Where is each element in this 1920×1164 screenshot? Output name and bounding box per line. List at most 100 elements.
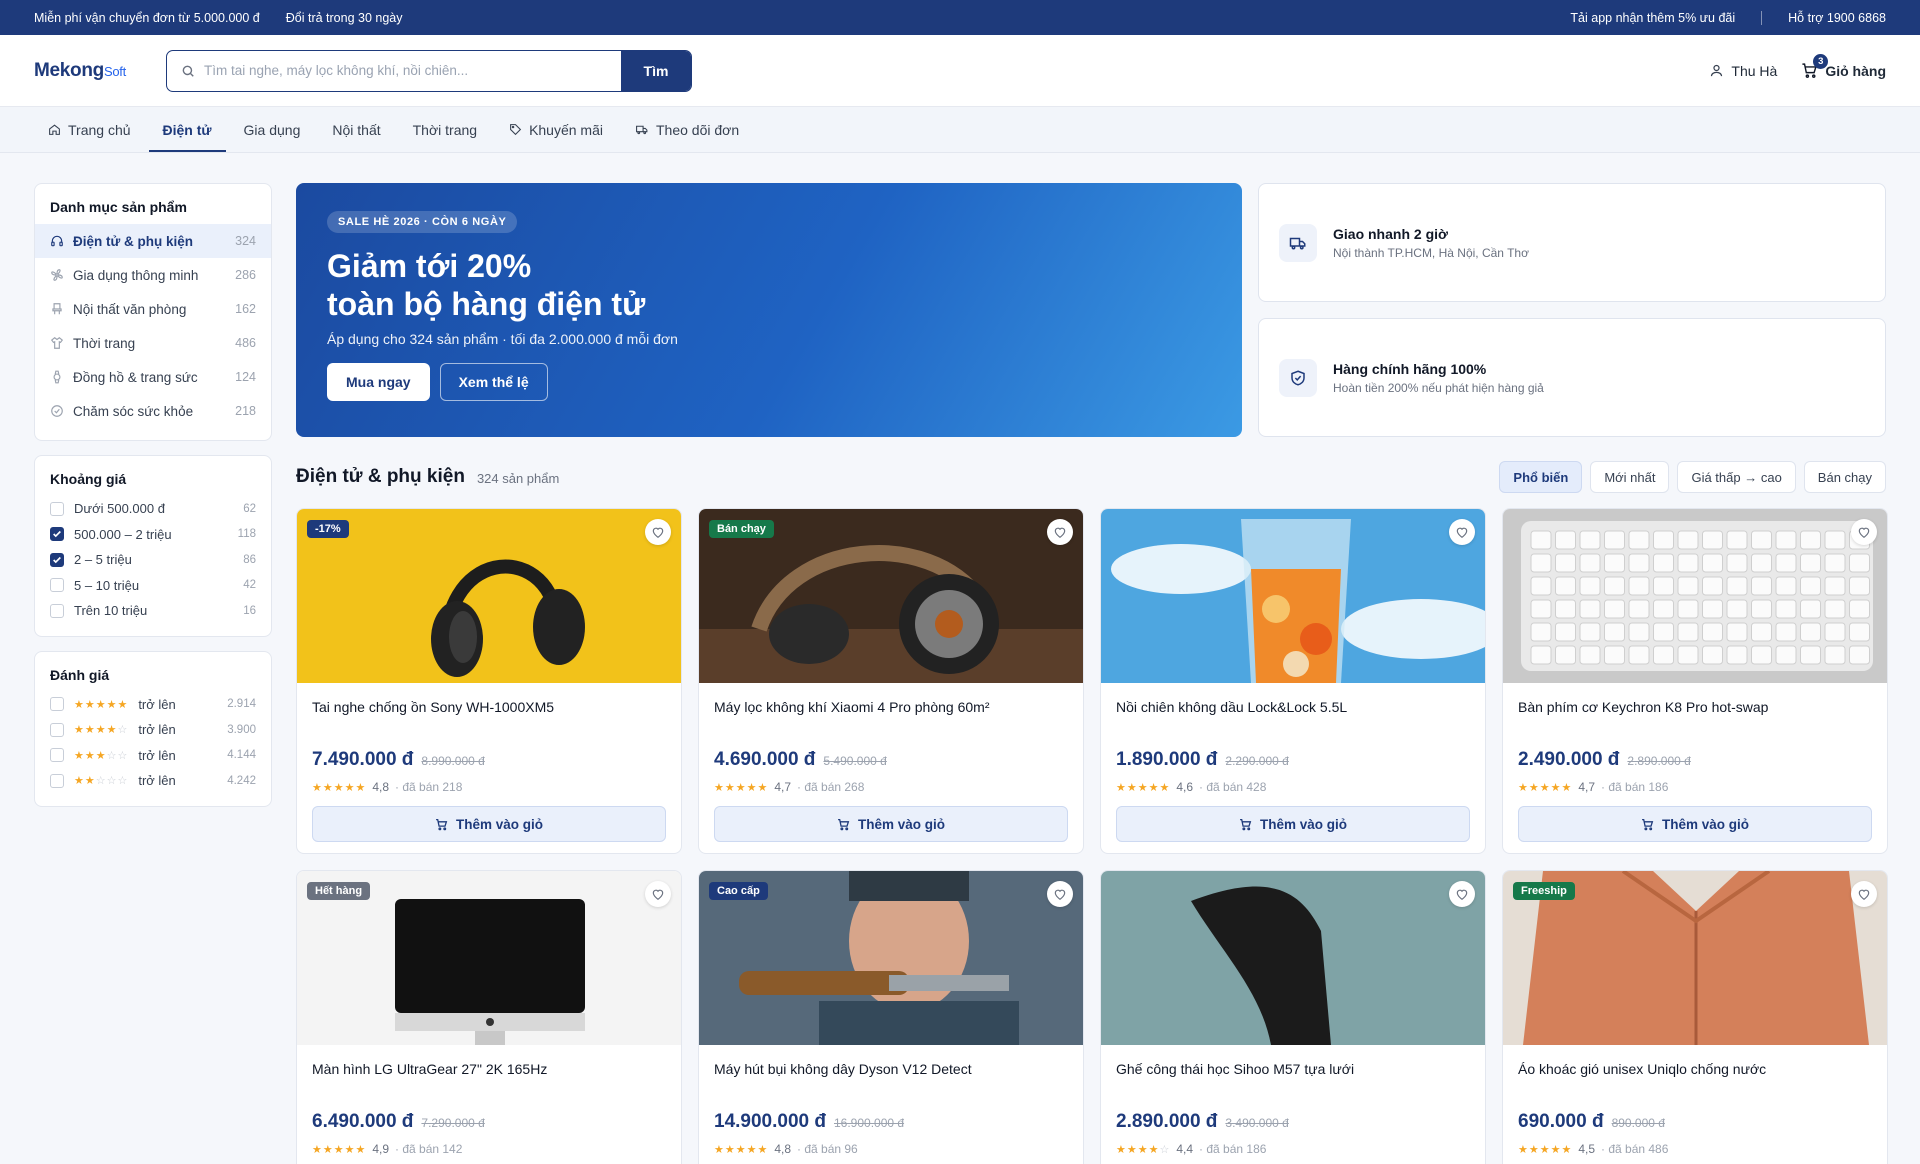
product-price: 2.490.000 đ [1518, 749, 1620, 770]
home-icon [48, 123, 61, 136]
sort-price-asc[interactable]: Giá thấp → cao [1677, 461, 1796, 493]
product-image[interactable]: -17% [297, 509, 681, 683]
product-card[interactable]: Bàn phím cơ Keychron K8 Pro hot-swap 2.49… [1502, 508, 1888, 854]
star-rating-icons: ★★★★★ [714, 1143, 769, 1156]
checkbox-checked[interactable] [50, 527, 64, 542]
product-price: 4.690.000 đ [714, 749, 816, 770]
nav-furniture[interactable]: Nội thất [316, 107, 396, 152]
product-image[interactable]: Bán chạy [699, 509, 1083, 683]
price-option-5m-10m[interactable]: 5 – 10 triệu 42 [35, 573, 271, 599]
view-rules-button[interactable]: Xem thể lệ [439, 363, 548, 401]
product-name[interactable]: Ghế công thái học Sihoo M57 tựa lưới [1116, 1061, 1470, 1099]
category-watches-jewelry[interactable]: Đồng hồ & trang sức 124 [35, 360, 271, 394]
product-card[interactable]: Ghế công thái học Sihoo M57 tựa lưới 2.89… [1100, 870, 1486, 1164]
nav-household[interactable]: Gia dụng [228, 107, 317, 152]
wishlist-heart-icon[interactable] [1851, 881, 1877, 907]
nav-track-order[interactable]: Theo dõi đơn [619, 107, 755, 152]
cart-link[interactable]: 3 Giỏ hàng [1801, 54, 1886, 79]
checkbox[interactable] [50, 578, 64, 593]
wishlist-heart-icon[interactable] [1047, 519, 1073, 545]
nav-fashion[interactable]: Thời trang [397, 107, 493, 152]
add-to-cart-button[interactable]: Thêm vào giỏ [312, 806, 666, 842]
product-name[interactable]: Áo khoác gió unisex Uniqlo chống nước [1518, 1061, 1872, 1099]
product-sold-count: · đã bán 96 [797, 1142, 858, 1156]
checkbox[interactable] [50, 722, 64, 737]
checkbox[interactable] [50, 748, 64, 763]
product-name[interactable]: Nồi chiên không dầu Lock&Lock 5.5L [1116, 699, 1470, 737]
product-image[interactable] [1101, 871, 1485, 1045]
wishlist-heart-icon[interactable] [1851, 519, 1877, 545]
checkbox[interactable] [50, 501, 64, 516]
product-image[interactable] [1101, 509, 1485, 683]
product-name[interactable]: Màn hình LG UltraGear 27" 2K 165Hz [312, 1061, 666, 1099]
filter-sidebar: Danh mục sản phẩm Điện tử & phụ kiện 324… [34, 183, 272, 1164]
star-rating-icons: ★★★★★ [312, 1143, 367, 1156]
buy-now-button[interactable]: Mua ngay [327, 363, 430, 401]
add-to-cart-button[interactable]: Thêm vào giỏ [1116, 806, 1470, 842]
add-to-cart-button[interactable]: Thêm vào giỏ [1518, 806, 1872, 842]
product-image[interactable]: Cao cấp [699, 871, 1083, 1045]
search-button[interactable]: Tìm [621, 50, 691, 91]
site-header: MekongSoft Tìm Thu Hà 3 Giỏ hàng [0, 35, 1920, 107]
rating-option-3[interactable]: ★★★☆☆ trở lên 4.144 [35, 743, 271, 769]
product-rating: 4,8 [372, 780, 389, 794]
category-electronics[interactable]: Điện tử & phụ kiện 324 [35, 224, 271, 258]
rating-option-2[interactable]: ★★☆☆☆ trở lên 4.242 [35, 768, 271, 794]
sort-newest[interactable]: Mới nhất [1590, 461, 1670, 493]
product-sold-count: · đã bán 486 [1601, 1142, 1669, 1156]
cart-icon [1239, 818, 1252, 831]
product-price: 6.490.000 đ [312, 1111, 414, 1132]
app-promo-link[interactable]: Tải app nhận thêm 5% ưu đãi [1570, 11, 1735, 25]
sort-popular[interactable]: Phổ biến [1499, 461, 1583, 493]
add-to-cart-button[interactable]: Thêm vào giỏ [714, 806, 1068, 842]
product-card[interactable]: Freeship Áo khoác gió unisex Uniqlo chống… [1502, 870, 1888, 1164]
section-title: Điện tử & phụ kiện [296, 466, 465, 487]
product-image[interactable]: Hết hàng [297, 871, 681, 1045]
product-card[interactable]: Bán chạy Máy lọc không khí Xiaomi 4 Pro p… [698, 508, 1084, 854]
product-image[interactable]: Freeship [1503, 871, 1887, 1045]
sort-best-selling[interactable]: Bán chạy [1803, 461, 1886, 493]
rating-option-count: 4.144 [227, 749, 256, 762]
wishlist-heart-icon[interactable] [1449, 881, 1475, 907]
product-name[interactable]: Máy hút bụi không dây Dyson V12 Detect [714, 1061, 1068, 1099]
product-image[interactable] [1503, 509, 1887, 683]
product-card[interactable]: Nồi chiên không dầu Lock&Lock 5.5L 1.890.… [1100, 508, 1486, 854]
product-sold-count: · đã bán 186 [1601, 780, 1669, 794]
logo[interactable]: MekongSoft [34, 60, 162, 82]
category-health-care[interactable]: Chăm sóc sức khỏe 218 [35, 394, 271, 428]
wishlist-heart-icon[interactable] [1047, 881, 1073, 907]
price-option-2m-5m[interactable]: 2 – 5 triệu 86 [35, 547, 271, 573]
hotline-link[interactable]: Hỗ trợ 1900 6868 [1788, 11, 1886, 25]
product-card[interactable]: -17% Tai nghe chống ồn Sony WH-1000XM5 7.4… [296, 508, 682, 854]
price-option-under-500k[interactable]: Dưới 500.000 đ 62 [35, 496, 271, 522]
nav-promotions[interactable]: Khuyến mãi [493, 107, 619, 152]
account-link[interactable]: Thu Hà [1709, 63, 1777, 79]
product-card[interactable]: Hết hàng Màn hình LG UltraGear 27" 2K 165… [296, 870, 682, 1164]
product-name[interactable]: Máy lọc không khí Xiaomi 4 Pro phòng 60m… [714, 699, 1068, 737]
checkbox-checked[interactable] [50, 552, 64, 567]
wishlist-heart-icon[interactable] [645, 881, 671, 907]
perk-fast-delivery: Giao nhanh 2 giờ Nội thành TP.HCM, Hà Nộ… [1258, 183, 1886, 302]
checkbox[interactable] [50, 697, 64, 712]
product-grid: -17% Tai nghe chống ồn Sony WH-1000XM5 7.4… [296, 508, 1888, 1164]
checkbox[interactable] [50, 603, 64, 618]
product-card[interactable]: Cao cấp Máy hút bụi không dây Dyson V12 D… [698, 870, 1084, 1164]
perk-subtitle: Nội thành TP.HCM, Hà Nội, Cần Thơ [1333, 245, 1529, 260]
product-name[interactable]: Tai nghe chống ồn Sony WH-1000XM5 [312, 699, 666, 737]
product-name[interactable]: Bàn phím cơ Keychron K8 Pro hot-swap [1518, 699, 1872, 737]
rating-option-5[interactable]: ★★★★★ trở lên 2.914 [35, 692, 271, 718]
star-rating-icons: ★★★★★ [1518, 1143, 1573, 1156]
price-option-500k-2m[interactable]: 500.000 – 2 triệu 118 [35, 522, 271, 548]
category-fashion[interactable]: Thời trang 486 [35, 326, 271, 360]
search-input[interactable] [204, 63, 621, 78]
category-office-furniture[interactable]: Nội thất văn phòng 162 [35, 292, 271, 326]
wishlist-heart-icon[interactable] [1449, 519, 1475, 545]
nav-home[interactable]: Trang chủ [40, 107, 147, 152]
product-sold-count: · đã bán 186 [1199, 1142, 1267, 1156]
checkbox[interactable] [50, 773, 64, 788]
wishlist-heart-icon[interactable] [645, 519, 671, 545]
price-option-over-10m[interactable]: Trên 10 triệu 16 [35, 598, 271, 624]
rating-option-4[interactable]: ★★★★☆ trở lên 3.900 [35, 717, 271, 743]
nav-electronics[interactable]: Điện tử [147, 107, 228, 152]
category-smart-home[interactable]: Gia dụng thông minh 286 [35, 258, 271, 292]
